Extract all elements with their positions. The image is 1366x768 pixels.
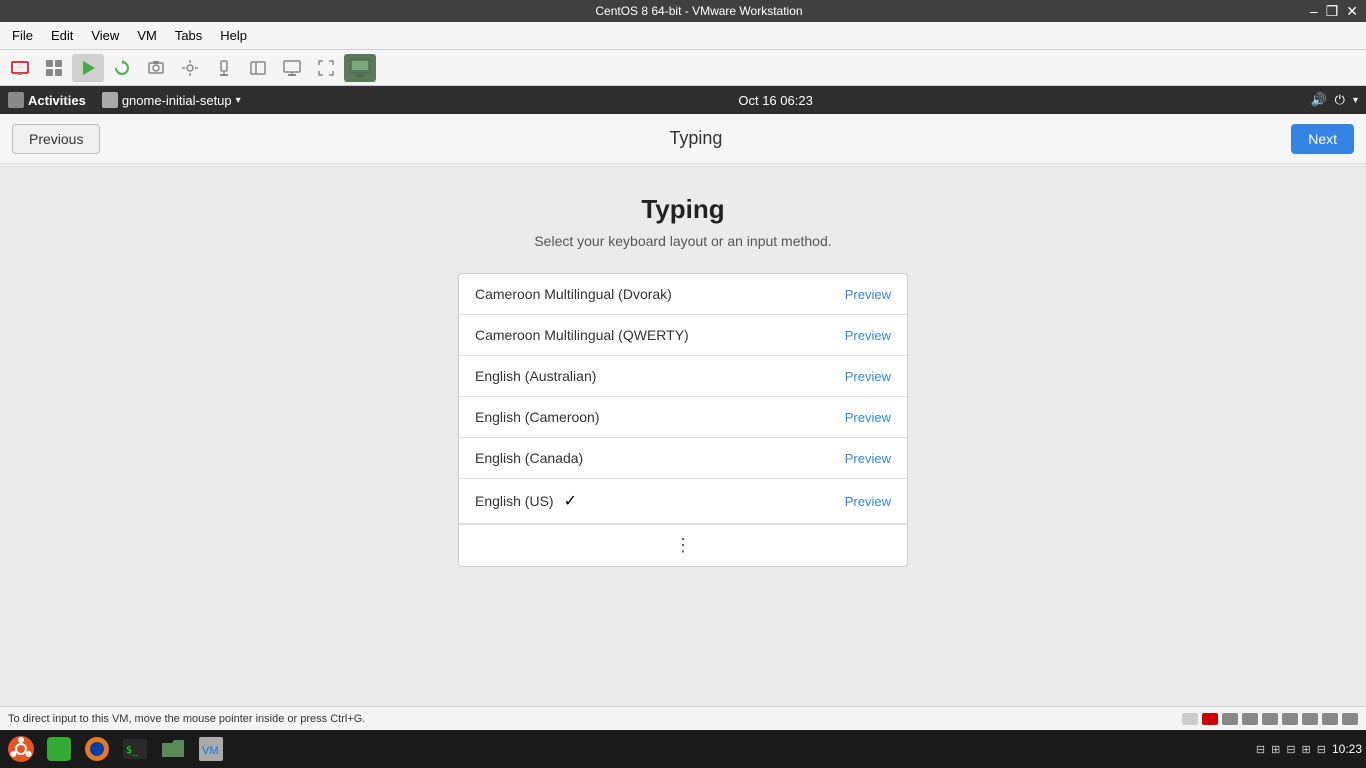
status-icon-8 <box>1322 713 1338 725</box>
layout-name-5: English (US) <box>475 493 554 509</box>
layout-name-4: English (Canada) <box>475 450 583 466</box>
toolbar-snapshot-icon[interactable] <box>140 54 172 82</box>
restore-button[interactable]: ❐ <box>1326 3 1339 20</box>
toolbar <box>0 50 1366 86</box>
layout-name-0: Cameroon Multilingual (Dvorak) <box>475 286 672 302</box>
taskbar-app-ubuntu[interactable] <box>4 734 38 764</box>
keyboard-item-3[interactable]: English (Cameroon) Preview <box>459 397 907 438</box>
item-left-1: Cameroon Multilingual (QWERTY) <box>475 327 689 343</box>
gnome-clock: Oct 16 06:23 <box>257 93 1295 108</box>
status-bar: To direct input to this VM, move the mou… <box>0 706 1366 730</box>
gnome-bar: Activities gnome-initial-setup ▾ Oct 16 … <box>0 86 1366 114</box>
item-left-2: English (Australian) <box>475 368 596 384</box>
gnome-tray: 🔊 ⏻ ▾ <box>1310 92 1358 108</box>
power-icon[interactable]: ⏻ <box>1335 92 1345 108</box>
selected-checkmark-5: ✓ <box>564 491 577 511</box>
window-controls: – ❐ ✕ <box>1310 3 1358 20</box>
preview-link-1[interactable]: Preview <box>845 328 891 343</box>
main-title: Typing <box>641 194 724 225</box>
preview-link-3[interactable]: Preview <box>845 410 891 425</box>
menu-tabs[interactable]: Tabs <box>167 26 210 45</box>
svg-text:VM: VM <box>202 745 219 757</box>
status-icon-2 <box>1202 713 1218 725</box>
taskbar-app-vmware[interactable]: VM <box>194 734 228 764</box>
taskbar-bluetooth-icon: ⊞ <box>1271 743 1280 756</box>
layout-name-3: English (Cameroon) <box>475 409 600 425</box>
toolbar-monitor-icon[interactable] <box>276 54 308 82</box>
minimize-button[interactable]: – <box>1310 3 1318 20</box>
main-content: Typing Select your keyboard layout or an… <box>0 164 1366 706</box>
taskbar-app-terminal[interactable]: $_ <box>118 734 152 764</box>
toolbar-refresh-icon[interactable] <box>106 54 138 82</box>
status-icon-6 <box>1282 713 1298 725</box>
layout-name-2: English (Australian) <box>475 368 596 384</box>
taskbar-app-green[interactable] <box>42 734 76 764</box>
next-button[interactable]: Next <box>1291 124 1354 154</box>
system-taskbar: $_ VM ⊟ ⊞ ⊟ ⊞ ⊟ 10:23 <box>0 730 1366 768</box>
status-icon-3 <box>1222 713 1238 725</box>
menu-vm[interactable]: VM <box>129 26 165 45</box>
svg-text:$_: $_ <box>126 745 139 756</box>
app-menu-label: gnome-initial-setup <box>122 93 232 108</box>
toolbar-vm-icon[interactable] <box>4 54 36 82</box>
menu-file[interactable]: File <box>4 26 41 45</box>
taskbar-clock: 10:23 <box>1332 742 1362 756</box>
status-icon-1 <box>1182 713 1198 725</box>
main-subtitle: Select your keyboard layout or an input … <box>534 233 831 249</box>
preview-link-4[interactable]: Preview <box>845 451 891 466</box>
previous-button[interactable]: Previous <box>12 124 100 154</box>
app-menu-arrow: ▾ <box>236 95 241 106</box>
keyboard-item-1[interactable]: Cameroon Multilingual (QWERTY) Preview <box>459 315 907 356</box>
vm-content: Activities gnome-initial-setup ▾ Oct 16 … <box>0 86 1366 706</box>
menu-help[interactable]: Help <box>212 26 255 45</box>
status-icon-4 <box>1242 713 1258 725</box>
preview-link-5[interactable]: Preview <box>845 494 891 509</box>
layout-name-1: Cameroon Multilingual (QWERTY) <box>475 327 689 343</box>
gnome-activities[interactable]: Activities <box>8 92 86 108</box>
item-left-4: English (Canada) <box>475 450 583 466</box>
item-left-0: Cameroon Multilingual (Dvorak) <box>475 286 672 302</box>
sound-icon[interactable]: 🔊 <box>1310 92 1326 108</box>
toolbar-vm-screen-icon[interactable] <box>344 54 376 82</box>
toolbar-dashboard-icon[interactable] <box>38 54 70 82</box>
taskbar-app-files[interactable] <box>156 734 190 764</box>
keyboard-item-0[interactable]: Cameroon Multilingual (Dvorak) Preview <box>459 274 907 315</box>
status-icon-5 <box>1262 713 1278 725</box>
close-button[interactable]: ✕ <box>1346 3 1358 20</box>
taskbar-right: ⊟ ⊞ ⊟ ⊞ ⊟ 10:23 <box>1256 742 1362 756</box>
taskbar-app-firefox[interactable] <box>80 734 114 764</box>
more-dots-icon: ⋮ <box>674 535 692 556</box>
toolbar-play-icon[interactable] <box>72 54 104 82</box>
menu-edit[interactable]: Edit <box>43 26 81 45</box>
item-left-3: English (Cameroon) <box>475 409 600 425</box>
keyboard-item-5[interactable]: English (US) ✓ Preview <box>459 479 907 524</box>
status-text: To direct input to this VM, move the mou… <box>8 713 365 725</box>
status-icon-9 <box>1342 713 1358 725</box>
keyboard-item-4[interactable]: English (Canada) Preview <box>459 438 907 479</box>
taskbar-network-icon: ⊟ <box>1256 743 1265 756</box>
window-title: CentOS 8 64-bit - VMware Workstation <box>88 4 1310 18</box>
preview-link-0[interactable]: Preview <box>845 287 891 302</box>
activities-label: Activities <box>28 93 86 108</box>
menu-view[interactable]: View <box>83 26 127 45</box>
taskbar-battery-icon: ⊞ <box>1302 743 1311 756</box>
gnome-app-menu[interactable]: gnome-initial-setup ▾ <box>102 92 241 108</box>
toolbar-usb-icon[interactable] <box>208 54 240 82</box>
toolbar-settings-icon[interactable] <box>174 54 206 82</box>
menu-bar: File Edit View VM Tabs Help <box>0 22 1366 50</box>
toolbar-fullscreen-icon[interactable] <box>310 54 342 82</box>
item-left-5: English (US) ✓ <box>475 491 577 511</box>
preview-link-2[interactable]: Preview <box>845 369 891 384</box>
taskbar-display-icon: ⊟ <box>1317 743 1326 756</box>
status-icon-7 <box>1302 713 1318 725</box>
toolbar-sidebar-icon[interactable] <box>242 54 274 82</box>
keyboard-item-2[interactable]: English (Australian) Preview <box>459 356 907 397</box>
title-bar: CentOS 8 64-bit - VMware Workstation – ❐… <box>0 0 1366 22</box>
setup-header-title: Typing <box>100 128 1291 149</box>
tray-arrow[interactable]: ▾ <box>1353 95 1358 106</box>
taskbar-sound-icon: ⊟ <box>1286 743 1295 756</box>
keyboard-list: Cameroon Multilingual (Dvorak) Preview C… <box>458 273 908 567</box>
more-options-button[interactable]: ⋮ <box>459 524 907 566</box>
setup-header: Previous Typing Next <box>0 114 1366 164</box>
